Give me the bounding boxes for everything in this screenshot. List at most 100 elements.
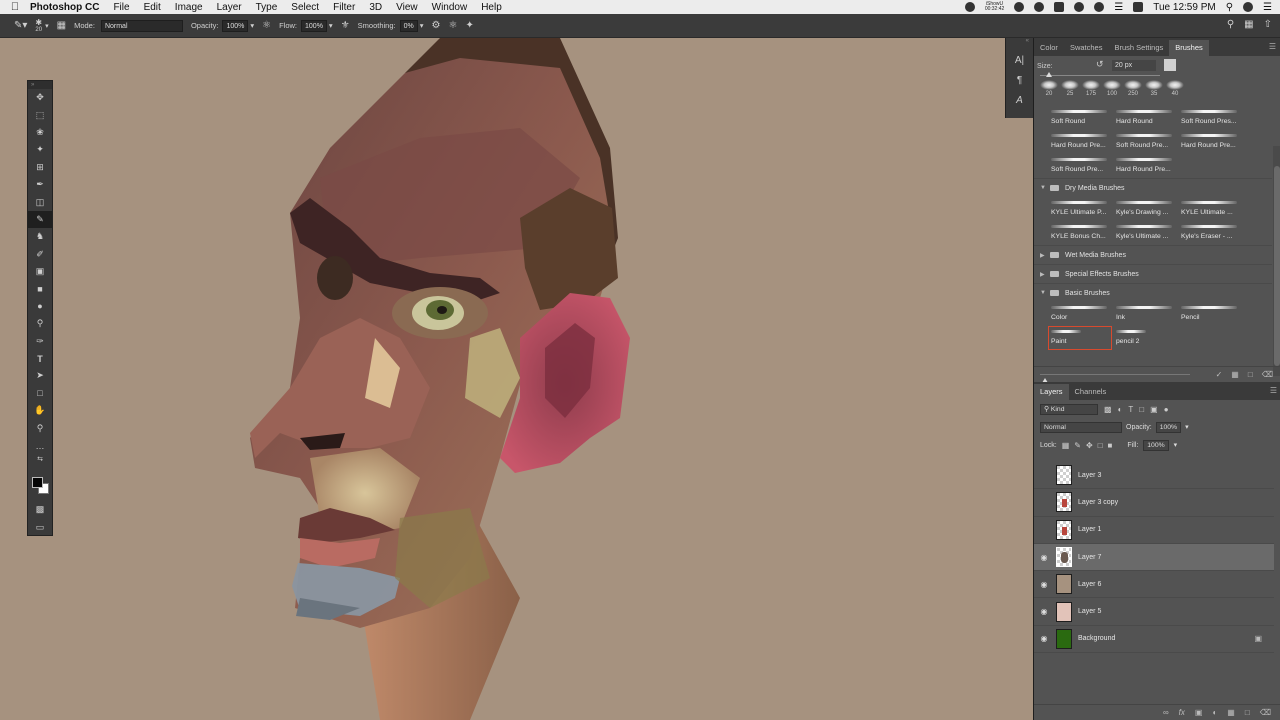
brush-group-wet-media[interactable]: ▶ Wet Media Brushes (1034, 245, 1272, 264)
swap-colors-icon[interactable]: ⇆ (28, 454, 52, 464)
layer-filter-dropdown[interactable]: ⚲ Kind (1040, 403, 1098, 415)
blend-mode-dropdown[interactable]: Normal (1040, 421, 1122, 433)
preset-brush[interactable]: 100 (1103, 80, 1121, 97)
size-field[interactable]: 20 px (1112, 60, 1156, 71)
preset-brush[interactable]: 175 (1082, 80, 1100, 97)
dodge-tool-icon[interactable]: ⚲ (28, 315, 52, 332)
hand-tool-icon[interactable]: ✋ (28, 402, 52, 419)
tab-brush-settings[interactable]: Brush Settings (1108, 40, 1169, 56)
sync-icon[interactable] (1014, 2, 1025, 12)
brush-item[interactable]: pencil 2 (1113, 326, 1177, 350)
layer-row[interactable]: Layer 1 (1034, 517, 1274, 544)
crop-tool-icon[interactable]: ⊞ (28, 159, 52, 176)
glyphs-panel-icon[interactable]: A (1006, 90, 1033, 110)
layer-row[interactable]: ◉ Layer 5 (1034, 598, 1274, 626)
tab-channels[interactable]: Channels (1069, 384, 1113, 400)
eyedropper-tool-icon[interactable]: ✒ (28, 176, 52, 193)
bluetooth-icon[interactable] (1094, 2, 1105, 12)
reset-size-icon[interactable]: ↺ (1096, 59, 1104, 70)
layers-menu-icon[interactable]: ☰ (1270, 386, 1277, 395)
smoothing-field[interactable]: 0% (399, 19, 418, 32)
screen-mode-icon[interactable]: ▭ (28, 518, 52, 535)
add-mask-icon[interactable]: ▣ (1195, 708, 1203, 717)
brush-item[interactable]: KYLE Ultimate ... (1178, 197, 1242, 221)
new-layer-icon[interactable]: □ (1245, 708, 1250, 717)
record-status-icon[interactable] (964, 2, 975, 12)
tab-layers[interactable]: Layers (1034, 384, 1069, 400)
menu-select[interactable]: Select (291, 2, 319, 13)
new-group-icon[interactable]: ▦ (1227, 708, 1235, 717)
brush-item[interactable]: Kyle's Eraser - ... (1178, 221, 1242, 245)
layer-row[interactable]: ◉ Layer 6 (1034, 571, 1274, 599)
workspace-icon[interactable]: ▦ (1244, 19, 1253, 30)
dock-collapse-icon[interactable]: « (1006, 38, 1033, 50)
layer-row[interactable]: Layer 3 copy (1034, 489, 1274, 517)
chevron-down-icon[interactable]: ▼ (1040, 290, 1050, 296)
display-icon[interactable] (1054, 2, 1065, 12)
time-machine-icon[interactable] (1074, 2, 1085, 12)
brush-item[interactable]: Soft Round (1048, 106, 1112, 130)
blur-tool-icon[interactable]: ● (28, 298, 52, 315)
clock[interactable]: Tue 12:59 PM (1153, 2, 1215, 13)
quick-mask-icon[interactable]: ▩ (28, 501, 52, 518)
filter-type-icon[interactable]: T (1128, 405, 1133, 414)
size-slider-knob[interactable] (1046, 72, 1052, 77)
tools-panel-header[interactable]: » (28, 81, 52, 89)
brush-item[interactable]: Pencil (1178, 302, 1242, 326)
eye-icon[interactable]: ◉ (1034, 634, 1054, 643)
marquee-tool-icon[interactable]: ⬚ (28, 106, 52, 123)
quick-select-tool-icon[interactable]: ✦ (28, 141, 52, 158)
brush-preset-picker[interactable]: ✱ 20 ▾ (35, 18, 48, 33)
spotlight-icon[interactable]: ⚲ (1226, 2, 1233, 13)
menu-view[interactable]: View (396, 2, 418, 13)
menu-edit[interactable]: Edit (144, 2, 161, 13)
eye-icon[interactable]: ◉ (1034, 580, 1054, 589)
lock-position-icon[interactable]: ✥ (1086, 441, 1093, 450)
creative-cloud-icon[interactable] (1034, 2, 1045, 12)
eye-icon[interactable]: ◉ (1034, 607, 1054, 616)
scrollbar-thumb[interactable] (1274, 166, 1280, 366)
apple-icon[interactable]:  (0, 1, 30, 13)
brush-settings-toggle-icon[interactable]: ▦ (57, 20, 66, 31)
filter-pixel-icon[interactable]: ▩ (1104, 405, 1112, 414)
link-layers-icon[interactable]: ∞ (1163, 708, 1169, 717)
layer-style-icon[interactable]: fx (1179, 708, 1185, 717)
lock-pixels-icon[interactable]: ✎ (1074, 441, 1081, 450)
brush-item[interactable]: Hard Round Pre... (1113, 154, 1177, 178)
toggle-stroke-preview-icon[interactable]: ✓ (1216, 370, 1223, 379)
trash-icon[interactable]: ⌫ (1260, 708, 1271, 717)
brush-group-dry-media[interactable]: ▼ Dry Media Brushes (1034, 178, 1272, 197)
menu-window[interactable]: Window (432, 2, 468, 13)
siri-icon[interactable] (1243, 2, 1254, 12)
new-group-icon[interactable]: ▦ (1231, 370, 1239, 379)
filter-toggle-icon[interactable]: ● (1164, 405, 1169, 414)
preset-brush[interactable]: 35 (1145, 80, 1163, 97)
brush-item[interactable]: Ink (1113, 302, 1177, 326)
brush-item[interactable]: Color (1048, 302, 1112, 326)
preview-size-slider[interactable] (1040, 374, 1190, 383)
edit-toolbar-icon[interactable]: … (28, 437, 52, 454)
brush-item[interactable]: Hard Round (1113, 106, 1177, 130)
brush-item[interactable]: KYLE Bonus Ch... (1048, 221, 1112, 245)
chevron-down-icon[interactable]: ▼ (1040, 185, 1050, 191)
brush-item[interactable]: Soft Round Pre... (1048, 154, 1112, 178)
menu-filter[interactable]: Filter (333, 2, 355, 13)
brush-list-scrollbar[interactable] (1273, 146, 1280, 376)
brush-group-special-effects[interactable]: ▶ Special Effects Brushes (1034, 264, 1272, 283)
menu-type[interactable]: Type (256, 2, 278, 13)
brush-group-basic[interactable]: ▼ Basic Brushes (1034, 283, 1272, 302)
tab-swatches[interactable]: Swatches (1064, 40, 1109, 56)
history-brush-tool-icon[interactable]: ✐ (28, 246, 52, 263)
app-menu[interactable]: Photoshop CC (30, 2, 99, 13)
tab-brushes[interactable]: Brushes (1169, 40, 1209, 56)
preset-brush[interactable]: 20 (1040, 80, 1058, 97)
menu-layer[interactable]: Layer (217, 2, 242, 13)
path-selection-tool-icon[interactable]: ➤ (28, 367, 52, 384)
brush-tool-icon[interactable]: ✎ (28, 210, 52, 229)
layer-row[interactable]: Layer 3 (1034, 462, 1274, 490)
brush-item[interactable]: KYLE Ultimate P... (1048, 197, 1112, 221)
lock-icon[interactable]: ▣ (1254, 634, 1262, 643)
healing-brush-tool-icon[interactable]: ◫ (28, 193, 52, 210)
volume-icon[interactable] (1133, 2, 1144, 12)
chevron-right-icon[interactable]: ▶ (1040, 271, 1050, 278)
